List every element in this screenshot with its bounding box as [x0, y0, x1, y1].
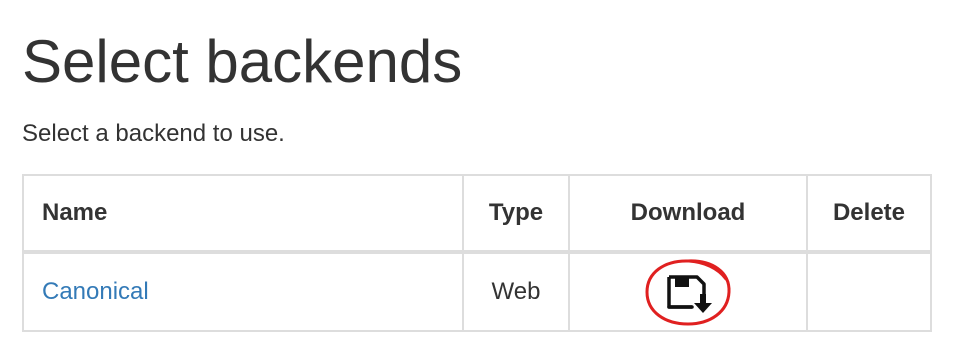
cell-type: Web	[462, 251, 570, 332]
column-header-name: Name	[22, 174, 464, 254]
backends-table: Name Type Download Delete Canonical Web	[22, 174, 932, 332]
highlight-circle	[645, 259, 731, 326]
cell-delete	[806, 251, 932, 332]
download-button[interactable]	[638, 254, 738, 330]
page-description: Select a backend to use.	[22, 120, 285, 147]
cell-download	[568, 251, 808, 332]
floppy-download-icon[interactable]	[638, 254, 738, 330]
column-header-download: Download	[568, 174, 808, 254]
cell-name: Canonical	[22, 251, 464, 332]
column-header-type: Type	[462, 174, 570, 254]
backend-link-canonical[interactable]: Canonical	[42, 278, 149, 305]
table-header-row: Name Type Download Delete	[22, 174, 932, 254]
column-header-delete: Delete	[806, 174, 932, 254]
table-body: Canonical Web	[22, 251, 932, 332]
table-row: Canonical Web	[22, 251, 932, 332]
page-title: Select backends	[22, 28, 463, 95]
table-header: Name Type Download Delete	[22, 174, 932, 254]
